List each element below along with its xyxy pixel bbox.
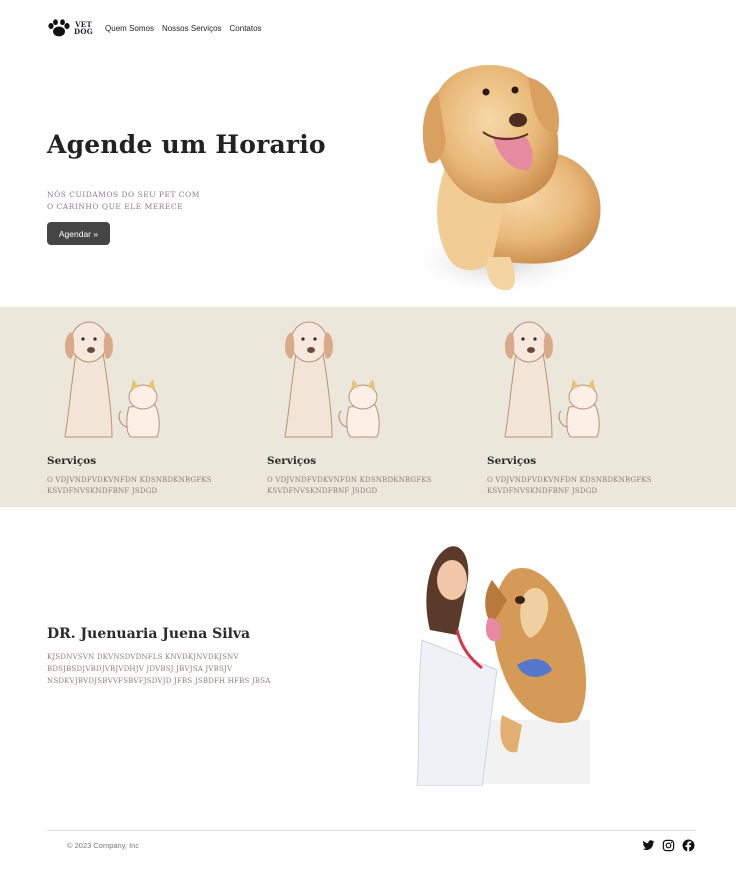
footer-divider	[47, 830, 696, 831]
logo[interactable]: VET DOG	[47, 19, 93, 37]
copyright-text: © 2023 Company, Inc	[67, 841, 140, 850]
nav-link-quem-somos[interactable]: Quem Somos	[105, 24, 154, 33]
hero-subtitle: NÓS CUIDAMOS DO SEU PET COM O CARINHO QU…	[47, 189, 200, 213]
facebook-icon[interactable]	[682, 839, 695, 852]
doctor-name: DR. Juenuaria Juena Silva	[47, 626, 251, 642]
hero-subtitle-line1: NÓS CUIDAMOS DO SEU PET COM	[47, 190, 200, 199]
instagram-icon[interactable]	[662, 839, 675, 852]
hero-subtitle-line2: O CARINHO QUE ELE MERECE	[47, 202, 184, 211]
nav-link-contatos[interactable]: Contatos	[230, 24, 262, 33]
vet-with-dog-image	[416, 546, 590, 786]
dog-and-cat-illustration	[284, 321, 380, 438]
logo-bottom: DOG	[74, 27, 94, 36]
service-title: Serviços	[47, 455, 97, 467]
logo-text: VET DOG	[74, 21, 93, 35]
service-title: Serviços	[487, 455, 537, 467]
service-description: O VDJVNDFVDKVNFDN KDSNBDKNBGFKS KSVDFNVS…	[267, 476, 432, 495]
golden-retriever-image	[403, 65, 601, 297]
hero-title: Agende um Horario	[47, 130, 326, 159]
service-description: O VDJVNDFVDKVNFDN KDSNBDKNBGFKS KSVDFNVS…	[47, 476, 212, 495]
dog-and-cat-illustration	[64, 321, 160, 438]
schedule-button[interactable]: Agendar »	[47, 222, 110, 245]
services-section: Serviços O VDJVNDFVDKVNFDN KDSNBDKNBGFKS…	[0, 307, 736, 507]
paw-icon	[48, 19, 70, 37]
twitter-icon[interactable]	[642, 839, 655, 852]
dog-and-cat-illustration	[504, 321, 600, 438]
navbar: VET DOG Quem Somos Nossos Serviços Conta…	[47, 15, 270, 41]
service-description: O VDJVNDFVDKVNFDN KDSNBDKNBGFKS KSVDFNVS…	[487, 476, 652, 495]
service-title: Serviços	[267, 455, 317, 467]
doctor-description: KJSDNVSVN DKVNSDVDNFLS KNVDKJNVDKJSNV BD…	[47, 653, 271, 685]
nav-link-servicos[interactable]: Nossos Serviços	[162, 24, 222, 33]
